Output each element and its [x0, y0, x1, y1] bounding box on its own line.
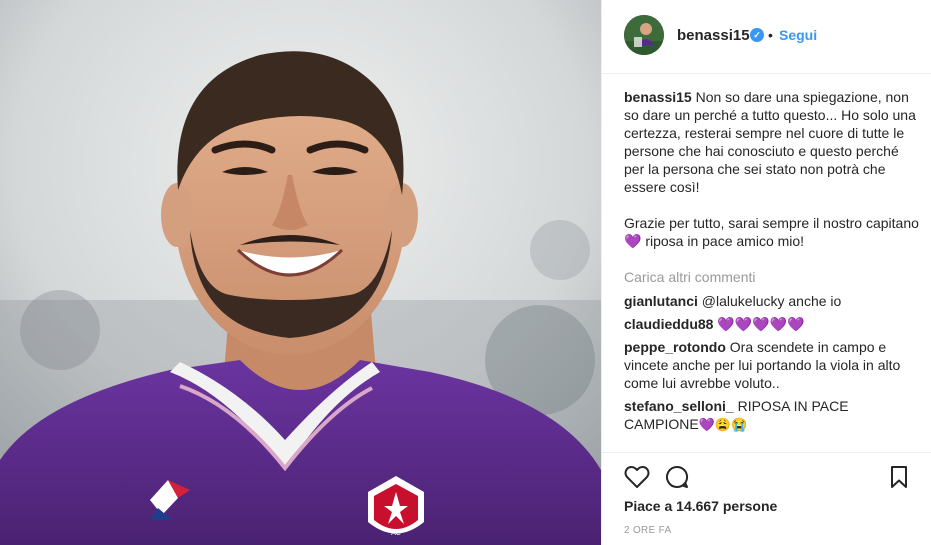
post-timestamp: 2 ORE FA [624, 525, 672, 536]
verified-badge-icon: ✓ [750, 28, 764, 42]
crest-text: AC [391, 530, 401, 537]
comment-username[interactable]: peppe_rotondo [624, 339, 726, 355]
bookmark-icon[interactable] [889, 465, 909, 494]
comment-username[interactable]: claudieddu88 [624, 316, 713, 332]
comment-emoji: 💜😩😭 [698, 417, 748, 432]
comment-text: @lalukelucky anche io [701, 293, 842, 309]
heart-outline-icon[interactable] [624, 465, 650, 494]
instagram-post: AC benassi15 ✓ • Segui benassi15 Non so … [0, 0, 931, 545]
comments-list[interactable]: benassi15 Non so dare una spiegazione, n… [624, 88, 920, 450]
avatar-image [624, 15, 664, 55]
post-side-panel: benassi15 ✓ • Segui benassi15 Non so dar… [601, 0, 931, 545]
comment-username[interactable]: gianlutanci [624, 293, 698, 309]
speech-bubble-icon[interactable] [665, 465, 689, 494]
caption-paragraph-2: Grazie per tutto, sarai sempre il nostro… [624, 214, 920, 250]
comment-username[interactable]: stefano_selloni_ [624, 398, 734, 414]
comment-item: gianlutanci @lalukelucky anche io [624, 292, 920, 310]
post-photo[interactable]: AC [0, 0, 601, 545]
caption-text-2a: Grazie per tutto, sarai sempre il nostro… [624, 215, 919, 231]
avatar[interactable] [624, 15, 664, 55]
purple-heart-emoji: 💜 [624, 233, 642, 249]
header-separator: • [768, 27, 773, 43]
follow-button[interactable]: Segui [779, 27, 817, 43]
header-username[interactable]: benassi15 [677, 27, 750, 44]
post-caption: benassi15 Non so dare una spiegazione, n… [624, 88, 920, 250]
likes-count[interactable]: Piace a 14.667 persone [624, 498, 777, 514]
caption-username[interactable]: benassi15 [624, 89, 692, 105]
load-more-comments-link[interactable]: Carica altri commenti [624, 268, 920, 286]
caption-text-2b: riposa in pace amico mio! [645, 233, 805, 249]
comment-item: claudieddu88 💜💜💜💜💜 [624, 315, 920, 333]
post-actions: Piace a 14.667 persone 2 ORE FA [602, 452, 931, 545]
post-header: benassi15 ✓ • Segui [602, 0, 931, 74]
comment-text: 💜💜💜💜💜 [717, 316, 805, 332]
caption-paragraph-1: benassi15 Non so dare una spiegazione, n… [624, 88, 920, 196]
comment-item: peppe_rotondo Ora scendete in campo e vi… [624, 338, 920, 392]
comment-item: stefano_selloni_ RIPOSA IN PACE CAMPIONE… [624, 397, 920, 434]
player-photo-illustration: AC [0, 0, 601, 545]
